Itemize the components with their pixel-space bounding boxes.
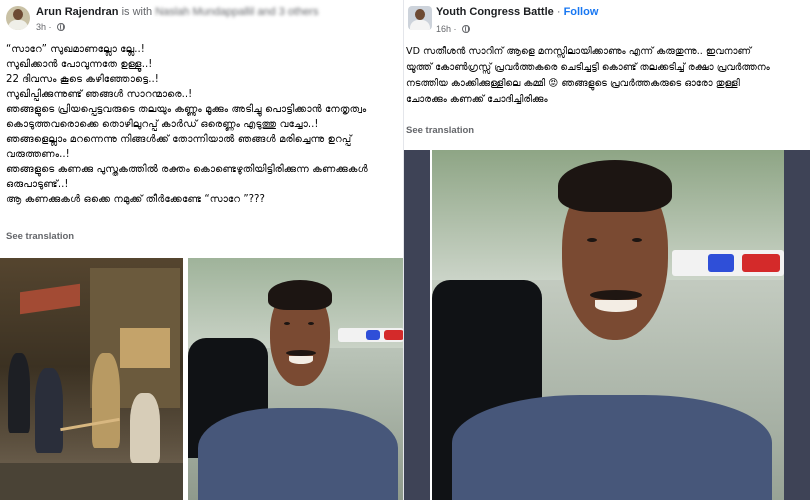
post-header-author: Youth Congress Battle · Follow [436,6,598,18]
post-line: ഞങ്ങളെല്ലാം മറന്നെന്നു നിങ്ങൾക്ക് തോന്നി… [6,134,352,145]
post-line: 22 ദിവസം കൂടെ കഴിഞ്ഞോട്ടെ..! [6,74,159,85]
smile [595,300,637,312]
post-body-text: “സാറേ” സുഖമാണല്ലോ ല്ലേ..! സുഖിക്കാൻ പോവു… [6,42,368,207]
eye [308,322,314,325]
post-header-author: Arun Rajendran is with Naslah Mundappall… [36,6,318,18]
meta-separator: · [48,22,55,32]
post-line: VD സതീശൻ സാറിന് ആളെ മനസ്സിലായിക്കാണും എന… [406,46,752,57]
left-post: Arun Rajendran is with Naslah Mundappall… [0,0,404,500]
road [0,463,183,500]
shop-goods [120,328,170,368]
eye [587,238,597,242]
post-line: സുഖിക്കാൻ പോവുന്നതേ ഉള്ളൂ..! [6,59,153,70]
post-meta: 3h · [36,22,66,32]
siren-red-light [742,254,780,272]
author-name-link[interactable]: Arun Rajendran [36,6,119,18]
post-line: ചോരക്കും കണക്ക് ചോദിച്ചിരിക്കും [406,94,548,105]
post-line: നടത്തിയ കാക്കിക്കുള്ളിലെ കമ്മി 😡 ഞങ്ങളുട… [406,78,740,89]
see-translation-link[interactable]: See translation [406,125,474,136]
police-figure [92,353,120,448]
author-suffix: is with [121,6,153,18]
post-line: ഞങ്ങളുടെ പ്രിയപ്പെട്ടവരുടെ തലയും കണ്ണും … [6,104,367,115]
page-name-link[interactable]: Youth Congress Battle [436,6,554,18]
siren-red-light [384,330,404,340]
eye [284,322,290,325]
meta-separator: · [453,24,460,34]
siren-blue-light [366,330,380,340]
person-figure [130,393,160,463]
post-body-text: VD സതീശൻ സാറിന് ആളെ മനസ്സിലായിക്കാണും എന… [406,44,770,108]
blue-shirt [452,395,772,500]
man-hair [558,160,672,212]
siren-blue-light [708,254,734,272]
street-clash-photo[interactable] [0,258,183,500]
image-frame-right [784,150,810,500]
post-line: “സാറേ” സുഖമാണല്ലോ ല്ലേ..! [6,44,145,55]
roof-awning [20,283,80,315]
globe-icon [57,23,66,31]
image-frame-left [404,150,430,500]
author-avatar[interactable] [6,6,30,30]
mustache [590,290,642,300]
eye [632,238,642,242]
follow-button[interactable]: Follow [564,6,599,18]
see-translation-link[interactable]: See translation [6,231,74,242]
page-avatar[interactable] [408,6,432,30]
person-figure [8,353,30,433]
header-separator: · [556,6,564,18]
post-line: ഞങ്ങളുടെ കണക്കു പുസ്തകത്തിൽ രക്തം കൊണ്ടെ… [6,164,368,175]
post-line: യൂത്ത് കോൺഗ്രസ്സ് പ്രവർത്തകരെ ചെടിച്ചട്ട… [406,62,770,73]
tagged-people-link[interactable]: Naslah Mundappallil and 3 others [155,6,318,18]
post-timestamp[interactable]: 16h [436,24,451,34]
post-timestamp[interactable]: 3h [36,22,46,32]
post-meta: 16h · [436,24,471,34]
man-hair [268,280,332,310]
officer-portrait-photo[interactable] [188,258,404,500]
post-line: ആ കണക്കുകൾ ഒക്കെ നമുക്ക് തീർക്കേണ്ടേ “സാ… [6,194,265,205]
post-line: വരുത്തണം..! [6,149,70,160]
blue-shirt [198,408,398,500]
globe-icon [462,25,471,33]
post-line: സുഖിപ്പിക്കുന്നുണ്ട് ഞങ്ങൾ സാറന്മാരെ..! [6,89,193,100]
officer-portrait-photo-large[interactable] [432,150,784,500]
post-line: കൊടുത്തവരൊക്കെ തൊഴിലുറപ്പ് കാർഡ് ഒരെണ്ണം… [6,119,319,130]
person-figure [35,368,63,453]
post-line: ഒരുപാടുണ്ട്..! [6,179,69,190]
smile [289,356,313,364]
